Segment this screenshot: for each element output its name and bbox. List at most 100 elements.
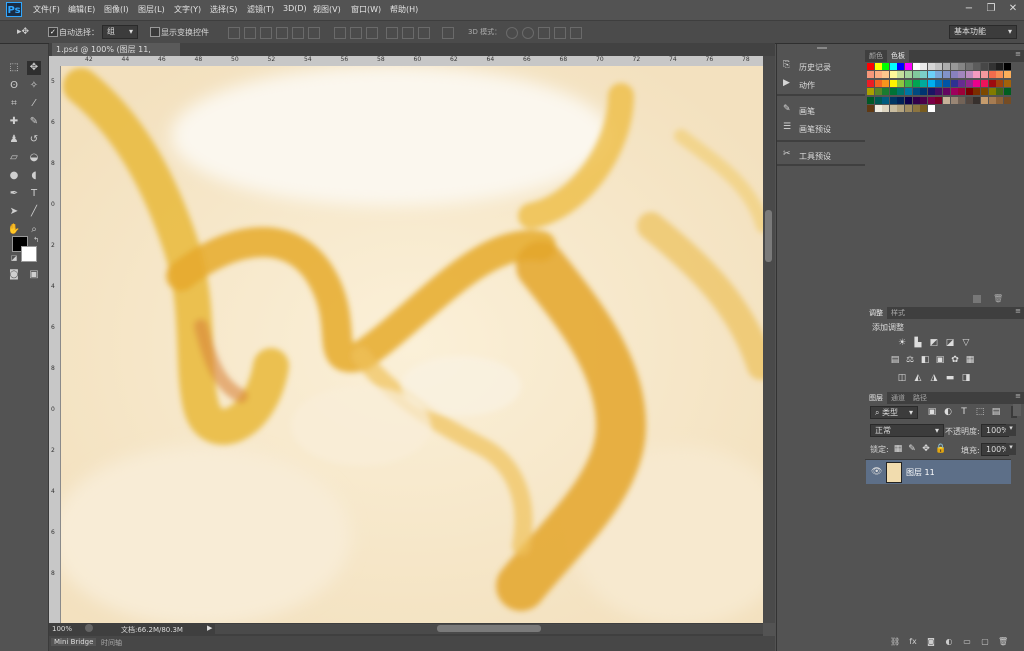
lock-icon[interactable]: 🔒 [935, 444, 946, 454]
brightness-icon[interactable]: ☀ [897, 338, 907, 348]
channel-mixer-icon[interactable]: ✿ [950, 355, 960, 365]
hand-icon[interactable]: ✋ [7, 223, 21, 237]
new-swatch-icon[interactable] [973, 295, 981, 303]
color-swatch[interactable] [996, 79, 1004, 87]
layers-scroll-thumb[interactable] [1013, 404, 1021, 416]
path-select-icon[interactable]: ➤ [7, 205, 21, 219]
color-swatch[interactable] [988, 96, 996, 104]
restore-icon[interactable]: ❐ [984, 3, 998, 15]
quick-mask-icon[interactable]: ◙ [7, 268, 21, 282]
tab-paths[interactable]: 路径 [909, 392, 931, 404]
menu-3d[interactable]: 3D(D) [283, 4, 307, 13]
add-mask-icon[interactable]: ◙ [926, 637, 936, 647]
adjustment-layer-icon[interactable]: ◐ [944, 637, 954, 647]
new-layer-icon[interactable]: ▢ [980, 637, 990, 647]
paint-bucket-icon[interactable]: ◒ [27, 151, 41, 165]
color-swatch[interactable] [965, 63, 973, 70]
link-layers-icon[interactable]: ⛓ [890, 637, 900, 647]
color-swatch[interactable] [874, 63, 882, 70]
color-swatch[interactable] [867, 105, 874, 112]
color-swatch[interactable] [935, 63, 943, 70]
color-swatch[interactable] [1003, 96, 1011, 104]
black-white-icon[interactable]: ◧ [920, 355, 930, 365]
exposure-icon[interactable]: ◪ [945, 338, 955, 348]
background-color-swatch[interactable] [21, 246, 37, 262]
color-swatch[interactable] [935, 88, 943, 96]
document-canvas[interactable] [61, 66, 763, 623]
share-icon[interactable] [85, 624, 93, 632]
history-icon[interactable]: ⎘ [783, 60, 790, 70]
chevron-down-icon[interactable]: ▾ [1006, 424, 1016, 436]
menu-select[interactable]: 选择(S) [210, 4, 237, 15]
color-swatch[interactable] [996, 63, 1004, 70]
color-swatch[interactable] [905, 63, 912, 70]
color-swatch[interactable] [996, 88, 1004, 96]
color-swatch[interactable] [874, 96, 882, 104]
color-swatch[interactable] [973, 71, 981, 79]
color-swatch[interactable] [897, 63, 905, 70]
shape-filter-icon[interactable]: ⬚ [975, 407, 985, 417]
color-swatch[interactable] [897, 88, 905, 96]
roll-3d-icon[interactable] [522, 27, 534, 39]
color-swatch[interactable] [935, 96, 943, 104]
horizontal-scroll-thumb[interactable] [437, 625, 541, 632]
color-swatch[interactable] [920, 71, 928, 79]
color-swatch[interactable] [920, 96, 928, 104]
menu-filter[interactable]: 滤镜(T) [247, 4, 274, 15]
align-top-icon[interactable] [228, 27, 240, 39]
color-swatch[interactable] [882, 105, 890, 112]
menu-type[interactable]: 文字(Y) [174, 4, 201, 15]
vertical-ruler[interactable]: 5 6 8 0 2 4 6 8 0 2 4 6 8 [49, 66, 61, 623]
color-swatch[interactable] [912, 105, 920, 112]
posterize-icon[interactable]: ◭ [913, 373, 923, 383]
fx-icon[interactable]: fx [908, 637, 918, 647]
line-icon[interactable]: ╱ [27, 205, 41, 219]
color-swatch[interactable] [920, 63, 928, 70]
color-swatch[interactable] [927, 105, 935, 112]
auto-select-dropdown[interactable]: 组 ▾ [102, 25, 138, 39]
fill-input[interactable]: 100% [981, 443, 1009, 456]
hue-saturation-icon[interactable]: ▤ [890, 355, 900, 365]
selective-color-icon[interactable]: ◨ [961, 373, 971, 383]
color-swatch[interactable] [973, 88, 981, 96]
color-swatch[interactable] [950, 63, 958, 70]
default-colors-icon[interactable]: ◪ [7, 251, 21, 265]
color-swatch[interactable] [988, 63, 996, 70]
actions-icon[interactable]: ▶ [783, 78, 790, 88]
crop-icon[interactable]: ⌗ [7, 97, 21, 111]
color-swatch[interactable] [889, 88, 897, 96]
color-swatch[interactable] [935, 79, 943, 87]
smart-object-filter-icon[interactable]: ▤ [991, 407, 1001, 417]
color-swatch[interactable] [981, 63, 988, 70]
minimize-icon[interactable]: − [962, 3, 976, 15]
color-swatch[interactable] [950, 79, 958, 87]
color-swatch[interactable] [912, 88, 920, 96]
color-swatch[interactable] [889, 96, 897, 104]
color-swatch[interactable] [889, 63, 897, 70]
slide-3d-icon[interactable] [554, 27, 566, 39]
adjustment-filter-icon[interactable]: ◐ [943, 407, 953, 417]
color-swatch[interactable] [927, 71, 935, 79]
menu-layer[interactable]: 图层(L) [138, 4, 165, 15]
tab-color[interactable]: 颜色 [865, 50, 887, 62]
color-swatch[interactable] [943, 63, 950, 70]
auto-select-checkbox[interactable]: ✓ [48, 27, 58, 37]
color-swatch[interactable] [905, 71, 912, 79]
blur-icon[interactable]: ● [7, 169, 21, 183]
color-swatch[interactable] [981, 71, 988, 79]
pixel-filter-icon[interactable]: ▣ [927, 407, 937, 417]
color-swatch[interactable] [867, 96, 874, 104]
gradient-map-icon[interactable]: ▬ [945, 373, 955, 383]
move-icon[interactable]: ✥ [27, 61, 41, 75]
color-swatch[interactable] [897, 105, 905, 112]
vertical-scroll-thumb[interactable] [765, 210, 772, 262]
move-tool-preset-icon[interactable]: ▸✥ [16, 25, 30, 39]
color-swatch[interactable] [958, 79, 966, 87]
color-swatch[interactable] [912, 96, 920, 104]
color-swatch[interactable] [920, 105, 928, 112]
swap-colors-icon[interactable]: ↰ [29, 233, 43, 247]
color-swatch[interactable] [927, 88, 935, 96]
eraser-icon[interactable]: ▱ [7, 151, 21, 165]
tool-presets-icon[interactable]: ✂ [783, 149, 791, 159]
opacity-input[interactable]: 100% [981, 424, 1009, 437]
